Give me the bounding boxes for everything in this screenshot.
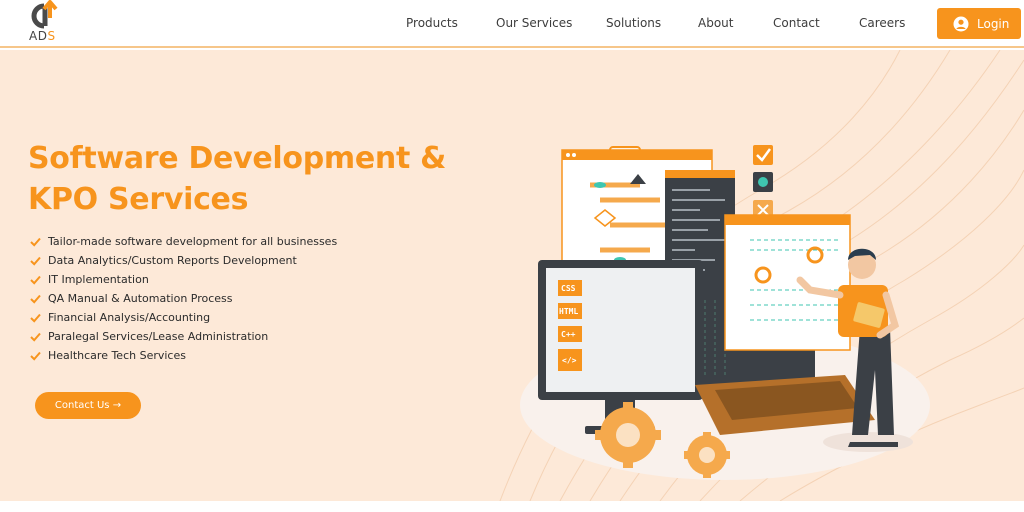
bug-icon (753, 172, 773, 192)
checkbox-icon (753, 145, 773, 165)
nav-item-contact[interactable]: Contact (773, 16, 820, 30)
list-item: Data Analytics/Custom Reports Developmen… (30, 251, 337, 270)
brand-logo-text: ADS (29, 29, 56, 43)
check-icon (30, 256, 41, 266)
check-icon (30, 294, 41, 304)
brackets-tag: </> (562, 356, 577, 365)
login-button[interactable]: Login (937, 8, 1021, 39)
check-icon (30, 313, 41, 323)
top-navbar: ADS Products Our Services Solutions Abou… (0, 0, 1024, 48)
list-item-text: Data Analytics/Custom Reports Developmen… (48, 254, 297, 267)
settings-window (724, 214, 851, 351)
check-icon (30, 237, 41, 247)
developer-illustration: CSS HTML C++ </> (520, 145, 930, 480)
user-icon (953, 16, 969, 31)
services-list: Tailor-made software development for all… (30, 232, 337, 365)
list-item-text: Tailor-made software development for all… (48, 235, 338, 248)
list-item: Financial Analysis/Accounting (30, 308, 337, 327)
nav-item-our-services[interactable]: Our Services (496, 16, 572, 30)
nav-item-careers[interactable]: Careers (859, 16, 905, 30)
list-item: QA Manual & Automation Process (30, 289, 337, 308)
check-icon (30, 332, 41, 342)
hero-section: Software Development & KPO Services Tail… (0, 50, 1024, 501)
css-tag: CSS (561, 284, 576, 293)
list-item: IT Implementation (30, 270, 337, 289)
contact-us-button[interactable]: Contact Us → (35, 392, 141, 419)
cpp-tag: C++ (561, 330, 576, 339)
list-item: Paralegal Services/Lease Administration (30, 327, 337, 346)
nav-item-solutions[interactable]: Solutions (606, 16, 661, 30)
list-item: Tailor-made software development for all… (30, 232, 337, 251)
check-icon (30, 275, 41, 285)
hero-title: Software Development & KPO Services (28, 141, 446, 217)
nav-item-about[interactable]: About (698, 16, 733, 30)
list-item-text: Healthcare Tech Services (48, 349, 186, 362)
bottom-strip (0, 501, 1024, 512)
list-item-text: Financial Analysis/Accounting (48, 311, 211, 324)
login-label: Login (977, 16, 1010, 31)
list-item: Healthcare Tech Services (30, 346, 337, 365)
list-item-text: IT Implementation (48, 273, 149, 286)
list-item-text: QA Manual & Automation Process (48, 292, 233, 305)
nav-item-products[interactable]: Products (406, 16, 458, 30)
check-icon (30, 351, 41, 361)
html-tag: HTML (559, 307, 578, 316)
list-item-text: Paralegal Services/Lease Administration (48, 330, 269, 343)
